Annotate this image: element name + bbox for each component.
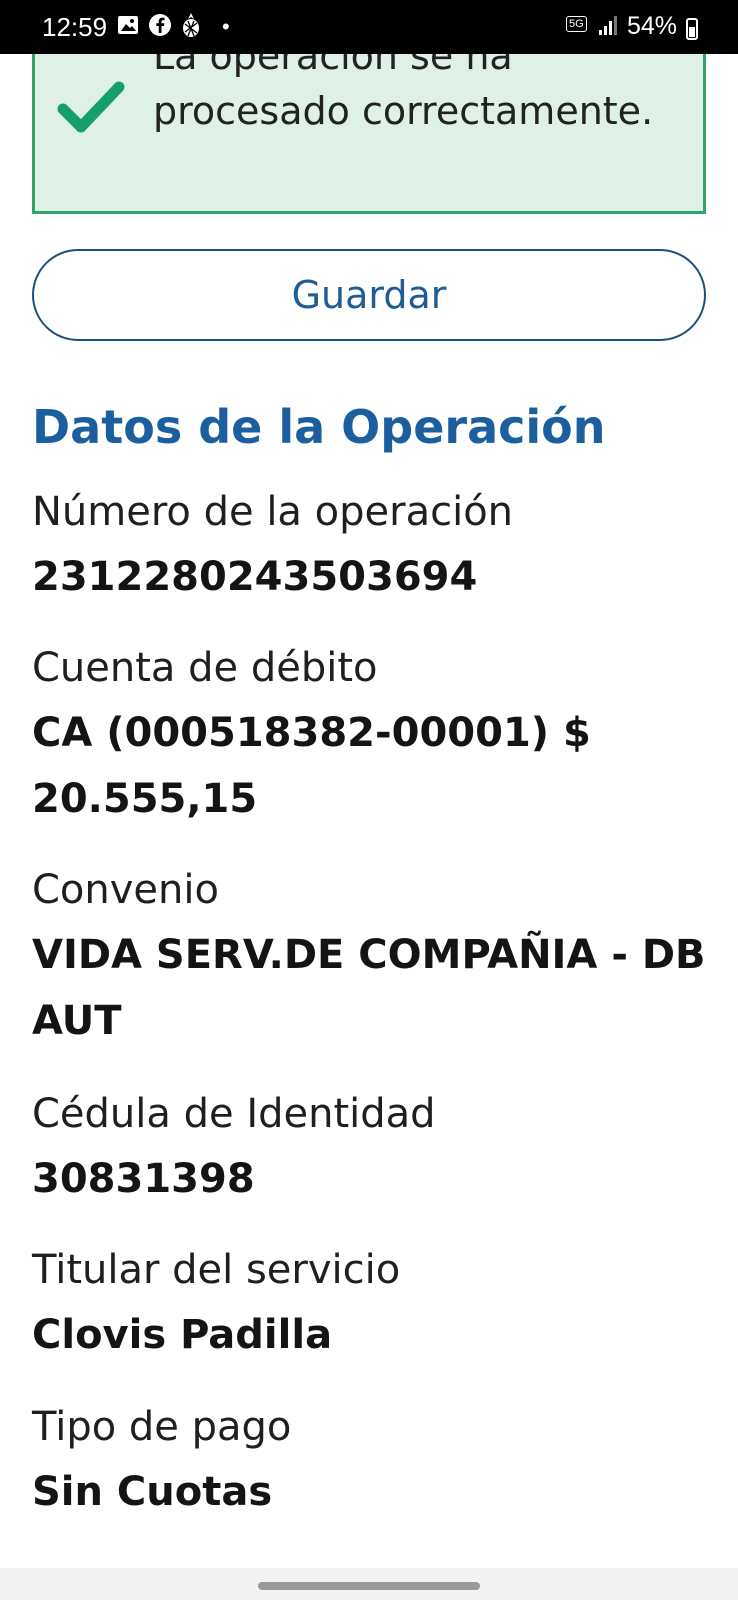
field-cuenta-debito: Cuenta de débito CA (000518382-00001) $ … [32, 640, 712, 832]
field-label: Convenio [32, 867, 219, 913]
field-titular: Titular del servicio Clovis Padilla [32, 1242, 712, 1368]
image-icon [118, 16, 138, 34]
field-cedula: Cédula de Identidad 30831398 [32, 1086, 712, 1212]
facebook-icon [149, 14, 171, 36]
field-convenio: Convenio VIDA SERV.DE COMPAÑIA - DB AUT [32, 862, 712, 1054]
pineapple-icon [183, 13, 199, 37]
field-value: Clovis Padilla [32, 1312, 333, 1358]
field-value: 30831398 [32, 1156, 255, 1202]
field-value: VIDA SERV.DE COMPAÑIA - DB AUT [32, 932, 706, 1044]
battery-icon [686, 18, 698, 40]
field-label: Cédula de Identidad [32, 1091, 436, 1137]
field-label: Tipo de pago [32, 1404, 292, 1450]
notification-dot-icon: • [222, 14, 230, 39]
home-indicator[interactable] [258, 1582, 480, 1590]
check-icon [57, 81, 125, 133]
field-value: CA (000518382-00001) $ 20.555,15 [32, 710, 591, 822]
field-label: Titular del servicio [32, 1247, 401, 1293]
field-value: Sin Cuotas [32, 1469, 273, 1515]
status-bar: 12:59 • 5G 54% [0, 0, 738, 54]
field-value: 2312280243503694 [32, 554, 478, 600]
field-label: Número de la operación [32, 489, 514, 535]
guardar-button[interactable]: Guardar [32, 249, 706, 341]
signal-icon [599, 16, 617, 35]
battery-percentage: 54% [627, 12, 678, 40]
field-numero-operacion: Número de la operación 2312280243503694 [32, 484, 712, 610]
field-label: Cuenta de débito [32, 645, 378, 691]
status-time: 12:59 [42, 12, 108, 42]
section-title: Datos de la Operación [32, 400, 606, 454]
field-tipo-pago: Tipo de pago Sin Cuotas [32, 1399, 712, 1525]
5g-icon: 5G [566, 16, 587, 32]
